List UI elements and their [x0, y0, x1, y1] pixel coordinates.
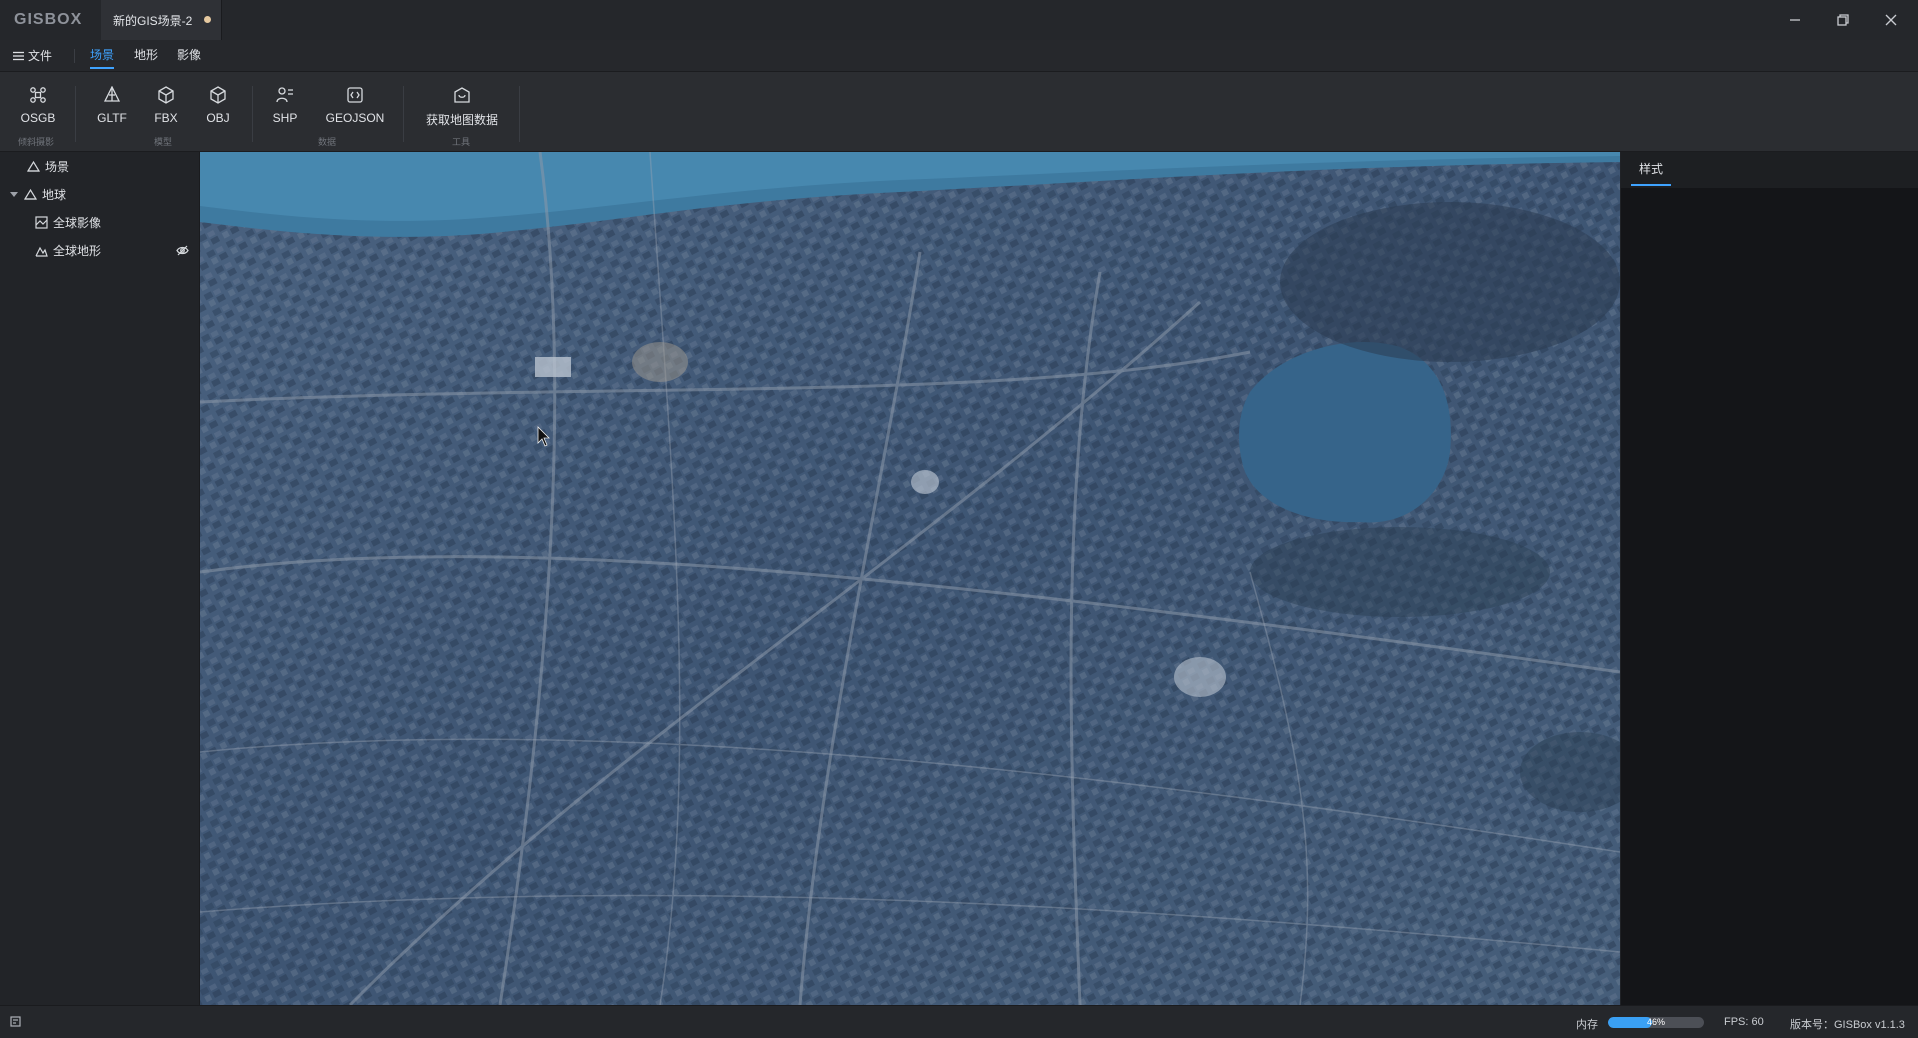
osgb-label: OSGB [20, 111, 56, 125]
memory-progress-bar: 46% [1608, 1017, 1704, 1028]
group-label-tools: 工具 [452, 137, 471, 147]
file-menu-label: 文件 [28, 48, 53, 63]
gltf-label: GLTF [97, 111, 127, 125]
close-button[interactable] [1867, 0, 1915, 40]
fbx-icon [158, 86, 174, 104]
properties-panel-header: 样式 [1621, 152, 1918, 188]
log-button[interactable] [10, 1016, 21, 1027]
tab-terrain[interactable]: 地形 [134, 40, 158, 71]
menu-divider [74, 49, 75, 63]
minimize-button[interactable] [1771, 0, 1819, 40]
status-bar: 内存 46% FPS: 60 版本号：GISBox v1.1.3 [0, 1005, 1918, 1038]
obj-icon [210, 86, 226, 104]
osgb-icon [30, 87, 46, 103]
earth-icon [24, 188, 37, 200]
geojson-label: GEOJSON [325, 111, 385, 125]
obj-label: OBJ [206, 111, 230, 125]
tab-imagery[interactable]: 影像 [177, 40, 201, 71]
shp-icon [276, 87, 293, 103]
geojson-icon [347, 87, 363, 103]
version-label: 版本号：GISBox v1.1.3 [1790, 1019, 1905, 1031]
get-map-data-button[interactable]: 获取地图数据 [420, 72, 504, 136]
fbx-button[interactable]: FBX [148, 72, 184, 136]
app-logo: GISBOX [14, 11, 83, 28]
scene-icon [27, 160, 40, 172]
menu-bar: 文件 场景 地形 影像 [0, 40, 1918, 72]
group-label-data: 数据 [318, 137, 337, 147]
layer-tree-panel: 场景 地球 全球影像 全球地形 [0, 152, 200, 1005]
tree-node-earth[interactable]: 地球 [0, 181, 199, 207]
document-tab-title: 新的GIS场景-2 [113, 14, 193, 28]
visibility-hidden-icon[interactable] [176, 244, 189, 257]
log-icon [10, 1016, 21, 1027]
shp-button[interactable]: SHP [268, 72, 302, 136]
tab-scene[interactable]: 场景 [90, 40, 115, 71]
group-label-model: 模型 [154, 137, 173, 147]
tab-style[interactable]: 样式 [1631, 152, 1672, 186]
fps-readout: FPS: 60 [1724, 1016, 1764, 1028]
ribbon-separator [75, 86, 76, 142]
tree-node-scene-label: 场景 [45, 159, 70, 174]
map-viewport[interactable] [200, 152, 1620, 1005]
ribbon-separator [519, 86, 520, 142]
document-tab[interactable]: 新的GIS场景-2 [101, 0, 222, 40]
terrain-icon [35, 246, 48, 257]
osgb-button[interactable]: OSGB [17, 72, 59, 136]
title-bar: GISBOX 新的GIS场景-2 [0, 0, 1918, 41]
tree-node-scene[interactable]: 场景 [0, 153, 199, 179]
file-menu[interactable]: 文件 [13, 40, 52, 71]
imagery-icon [35, 215, 48, 229]
ribbon-separator [403, 86, 404, 142]
minimize-icon [1790, 19, 1800, 21]
satellite-map[interactable] [200, 152, 1620, 1005]
tree-node-imagery-label: 全球影像 [53, 215, 102, 230]
memory-progress-text: 46% [1646, 1017, 1665, 1027]
restore-icon [1837, 14, 1849, 26]
group-label-oblique: 倾斜摄影 [18, 137, 55, 147]
memory-label: 内存 [1576, 1019, 1598, 1031]
ribbon-separator [252, 86, 253, 142]
tree-node-imagery[interactable]: 全球影像 [0, 209, 199, 235]
close-icon [1885, 14, 1897, 26]
tree-node-terrain-label: 全球地形 [53, 243, 102, 258]
properties-panel: 样式 [1621, 152, 1918, 1005]
obj-button[interactable]: OBJ [200, 72, 236, 136]
expand-caret-icon[interactable] [10, 191, 18, 197]
tree-node-terrain[interactable]: 全球地形 [0, 237, 199, 263]
shp-label: SHP [272, 111, 298, 125]
ribbon-toolbar: OSGB 倾斜摄影 GLTF FBX 模型 OBJ SHP GEOJSON 数据… [0, 72, 1918, 152]
get-map-data-label: 获取地图数据 [425, 113, 498, 127]
get-map-data-icon [454, 87, 470, 103]
restore-button[interactable] [1819, 0, 1867, 40]
hamburger-icon [13, 51, 24, 60]
unsaved-indicator-icon [204, 16, 211, 23]
fbx-label: FBX [154, 111, 178, 125]
gltf-button[interactable]: GLTF [93, 72, 131, 136]
tree-node-earth-label: 地球 [42, 187, 67, 202]
gltf-icon [103, 85, 121, 102]
geojson-button[interactable]: GEOJSON [322, 72, 388, 136]
